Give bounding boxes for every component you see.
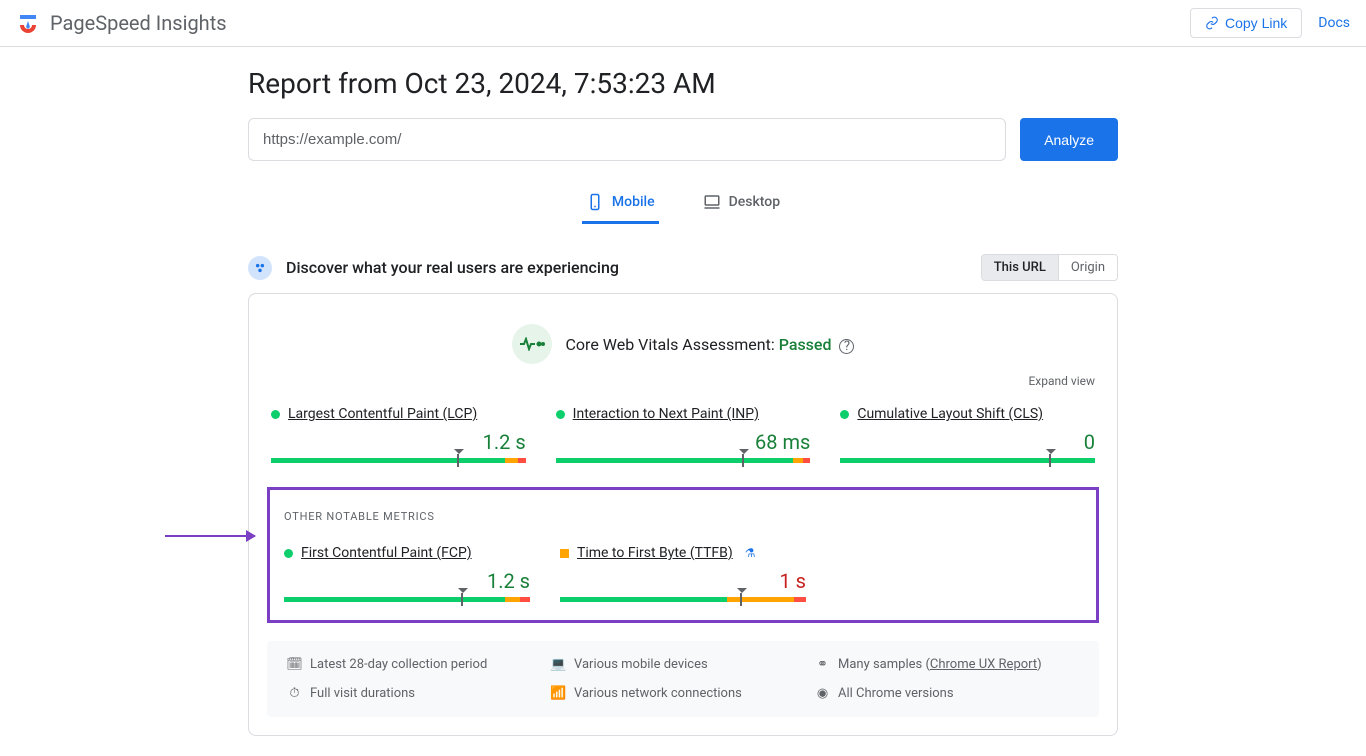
info-network-text: Various network connections (574, 686, 742, 701)
section-header: Discover what your real users are experi… (248, 254, 1118, 281)
toggle-this-url[interactable]: This URL (982, 255, 1059, 280)
info-devices: 💻 Various mobile devices (551, 657, 815, 672)
users-icon (248, 256, 272, 280)
info-samples: ⚭ Many samples (Chrome UX Report) (815, 657, 1079, 672)
crux-link[interactable]: Chrome UX Report (930, 657, 1037, 672)
annotation-arrow-icon (165, 535, 255, 537)
info-devices-text: Various mobile devices (574, 657, 708, 672)
other-metrics-highlight: OTHER NOTABLE METRICS First Contentful P… (267, 487, 1099, 623)
pagespeed-logo-icon (16, 11, 40, 35)
collection-info: 🗓 Latest 28-day collection period 💻 Vari… (267, 641, 1099, 717)
help-icon[interactable]: ? (839, 339, 854, 354)
tab-mobile[interactable]: Mobile (582, 183, 659, 224)
section-left: Discover what your real users are experi… (248, 256, 619, 280)
metric-ttfb-bar (560, 597, 806, 602)
expand-view-link[interactable]: Expand view (267, 374, 1099, 388)
status-dot-icon (284, 549, 293, 558)
info-samples-text: Many samples (Chrome UX Report) (838, 657, 1042, 672)
wifi-icon: 📶 (551, 686, 566, 701)
app-header: PageSpeed Insights Copy Link Docs (0, 0, 1366, 47)
tab-desktop-label: Desktop (729, 194, 780, 210)
experimental-flask-icon: ⚗ (745, 546, 756, 560)
toggle-origin[interactable]: Origin (1059, 255, 1117, 280)
metric-inp: Interaction to Next Paint (INP) 68 ms (556, 406, 811, 463)
metric-ttfb-name[interactable]: Time to First Byte (TTFB) (577, 545, 733, 561)
status-square-icon (560, 549, 569, 558)
docs-link[interactable]: Docs (1318, 15, 1350, 31)
metric-inp-name[interactable]: Interaction to Next Paint (INP) (573, 406, 759, 422)
info-versions-text: All Chrome versions (838, 686, 954, 701)
metric-lcp-bar (271, 458, 526, 463)
core-metrics-grid: Largest Contentful Paint (LCP) 1.2 s Int… (267, 406, 1099, 463)
other-metrics-grid: First Contentful Paint (FCP) 1.2 s Time … (284, 545, 1082, 602)
info-versions: ◉ All Chrome versions (815, 686, 1079, 701)
timer-icon: ⏱ (287, 686, 302, 701)
status-dot-icon (556, 410, 565, 419)
metric-cls: Cumulative Layout Shift (CLS) 0 (840, 406, 1095, 463)
header-left: PageSpeed Insights (16, 11, 227, 35)
tab-desktop[interactable]: Desktop (699, 183, 784, 224)
mobile-icon (586, 193, 604, 211)
header-right: Copy Link Docs (1190, 8, 1350, 38)
chrome-icon: ◉ (815, 686, 830, 701)
metric-fcp-value: 1.2 s (284, 569, 530, 593)
calendar-icon: 🗓 (287, 657, 302, 672)
brand-title: PageSpeed Insights (50, 11, 227, 35)
metric-inp-value: 68 ms (556, 430, 811, 454)
url-row: Analyze (248, 118, 1118, 161)
info-duration-text: Full visit durations (310, 686, 415, 701)
analyze-button[interactable]: Analyze (1020, 118, 1118, 161)
other-metrics-label: OTHER NOTABLE METRICS (284, 510, 1082, 523)
metric-lcp-value: 1.2 s (271, 430, 526, 454)
cwv-label: Core Web Vitals Assessment: (566, 335, 775, 354)
metric-fcp-bar (284, 597, 530, 602)
status-dot-icon (271, 410, 280, 419)
scope-toggle: This URL Origin (981, 254, 1118, 281)
info-period: 🗓 Latest 28-day collection period (287, 657, 551, 672)
vitals-card: Core Web Vitals Assessment: Passed ? Exp… (248, 293, 1118, 736)
metric-ttfb: Time to First Byte (TTFB) ⚗ 1 s (560, 545, 806, 602)
device-tabs: Mobile Desktop (248, 183, 1118, 224)
desktop-icon (703, 193, 721, 211)
url-input[interactable] (248, 118, 1006, 161)
copy-link-button[interactable]: Copy Link (1190, 8, 1302, 38)
info-period-text: Latest 28-day collection period (310, 657, 487, 672)
copy-link-label: Copy Link (1225, 15, 1287, 31)
info-network: 📶 Various network connections (551, 686, 815, 701)
cwv-header: Core Web Vitals Assessment: Passed ? (267, 324, 1099, 364)
metric-cls-bar (840, 458, 1095, 463)
cwv-status: Passed (779, 335, 832, 354)
cwv-text: Core Web Vitals Assessment: Passed ? (566, 335, 855, 354)
metric-cls-name[interactable]: Cumulative Layout Shift (CLS) (857, 406, 1043, 422)
samples-icon: ⚭ (815, 657, 830, 672)
section-title: Discover what your real users are experi… (286, 258, 619, 277)
link-icon (1205, 16, 1219, 30)
metric-cls-value: 0 (840, 430, 1095, 454)
status-dot-icon (840, 410, 849, 419)
metric-fcp-name[interactable]: First Contentful Paint (FCP) (301, 545, 472, 561)
metric-ttfb-value: 1 s (560, 569, 806, 593)
metric-lcp-name[interactable]: Largest Contentful Paint (LCP) (288, 406, 477, 422)
tab-mobile-label: Mobile (612, 194, 655, 210)
metric-fcp: First Contentful Paint (FCP) 1.2 s (284, 545, 530, 602)
metric-lcp: Largest Contentful Paint (LCP) 1.2 s (271, 406, 526, 463)
vitals-pulse-icon (512, 324, 552, 364)
info-duration: ⏱ Full visit durations (287, 686, 551, 701)
metric-inp-bar (556, 458, 811, 463)
devices-icon: 💻 (551, 657, 566, 672)
main-container: Report from Oct 23, 2024, 7:53:23 AM Ana… (248, 47, 1118, 756)
report-title: Report from Oct 23, 2024, 7:53:23 AM (248, 67, 1118, 100)
